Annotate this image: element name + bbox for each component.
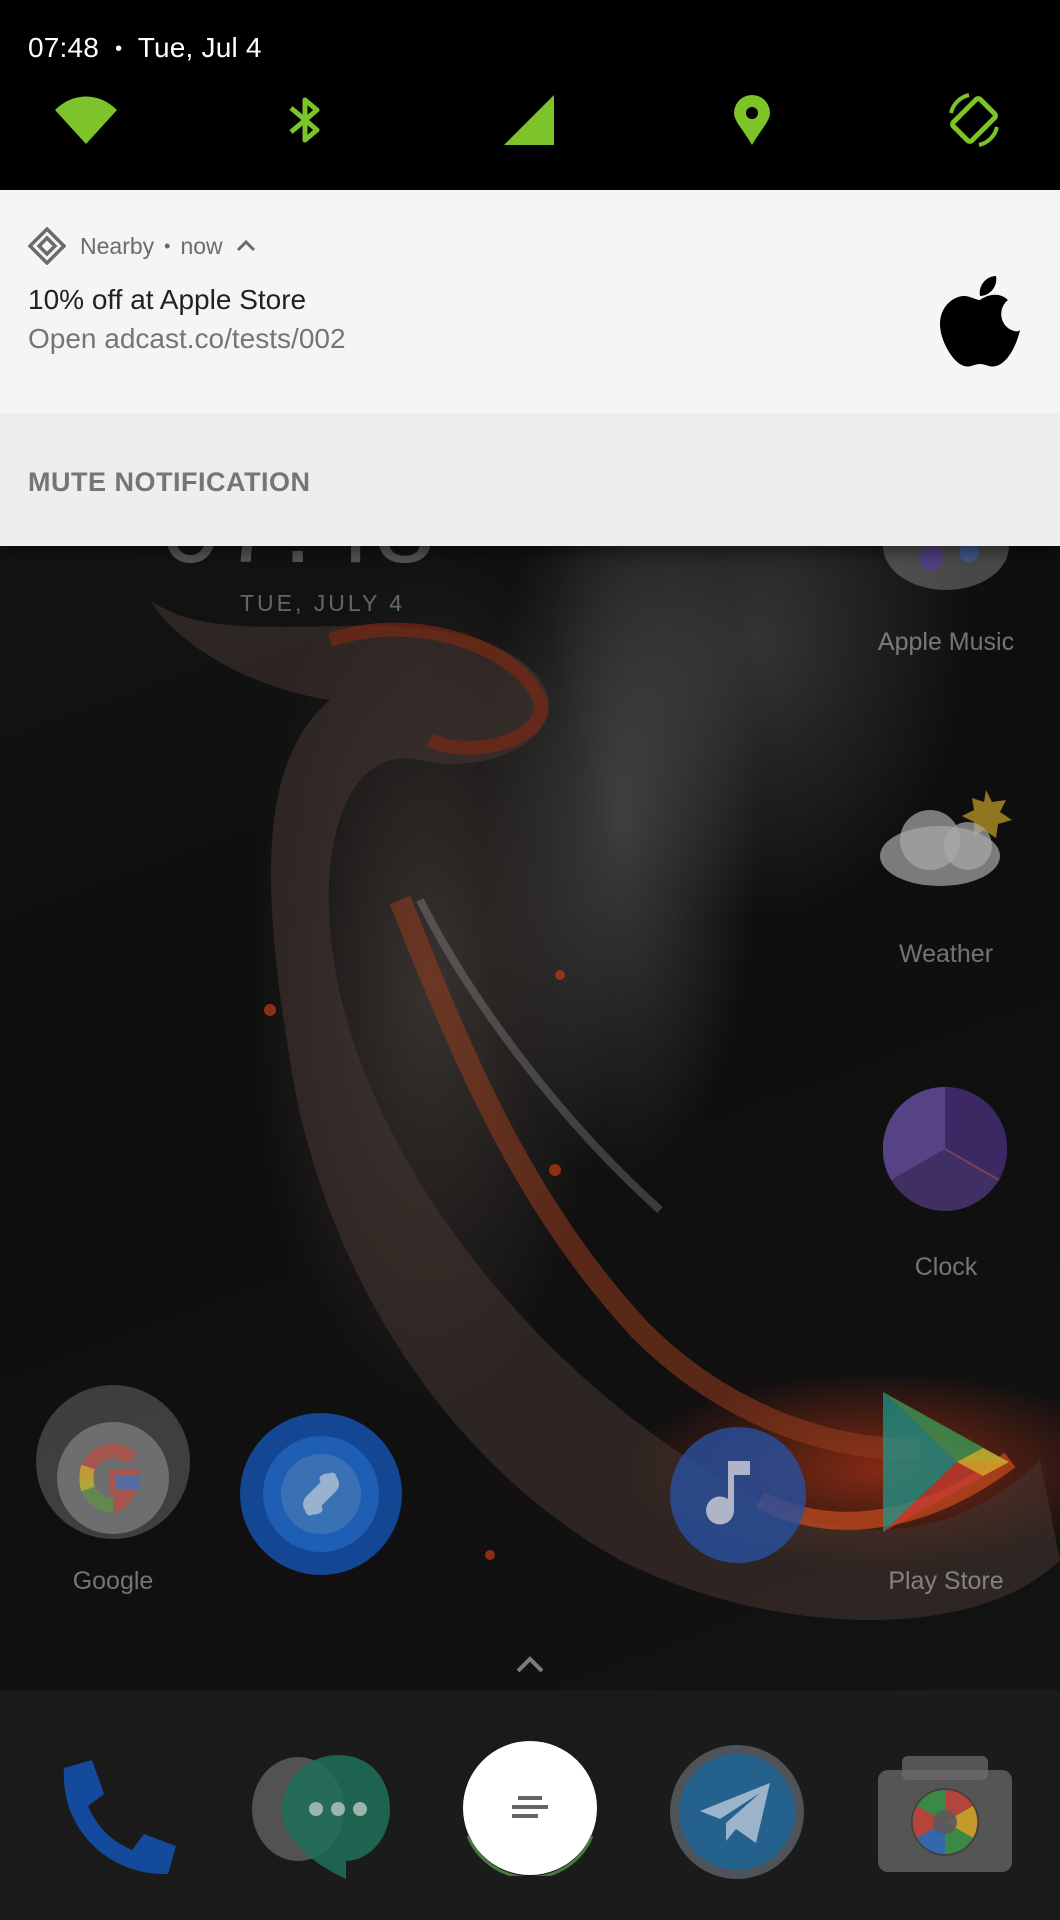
qs-location-tile[interactable] — [720, 88, 784, 152]
google-icon[interactable] — [36, 1385, 190, 1539]
clock-icon[interactable] — [883, 1087, 1007, 1211]
status-separator: • — [115, 38, 123, 61]
mute-notification-button[interactable]: MUTE NOTIFICATION — [28, 467, 310, 498]
docs-icon[interactable] — [462, 1740, 598, 1876]
status-bar: 07:48 • Tue, Jul 4 — [0, 0, 1060, 190]
signal-icon — [504, 95, 554, 145]
notification-app-name: Nearby — [80, 232, 155, 259]
qs-bluetooth-tile[interactable] — [273, 88, 337, 152]
app-label-apple-music[interactable]: Apple Music — [836, 628, 1056, 657]
location-icon — [734, 95, 770, 145]
auto-rotate-icon — [949, 93, 999, 147]
camera-icon[interactable] — [878, 1756, 1012, 1872]
qs-wifi-tile[interactable] — [54, 88, 118, 152]
dock — [0, 1690, 1060, 1920]
notification-card[interactable]: Nearby • now 10% off at Apple Store Open… — [0, 190, 1060, 546]
notification-content[interactable]: Nearby • now 10% off at Apple Store Open… — [0, 190, 1060, 413]
notification-separator: • — [164, 235, 171, 256]
nearby-icon — [28, 227, 66, 265]
app-label-weather[interactable]: Weather — [836, 940, 1056, 969]
telegram-icon[interactable] — [670, 1745, 804, 1879]
notification-body: Open adcast.co/tests/002 — [28, 323, 346, 354]
app-label-play-store[interactable]: Play Store — [836, 1567, 1056, 1596]
app-drawer-chevron-icon[interactable] — [515, 1654, 545, 1674]
bluetooth-icon — [289, 97, 320, 143]
status-date: Tue, Jul 4 — [137, 32, 262, 63]
play-store-icon[interactable] — [883, 1392, 1011, 1532]
status-time: 07:48 — [28, 32, 100, 63]
home-clock-date: TUE, JULY 4 — [240, 590, 406, 616]
phone-icon[interactable] — [58, 1758, 176, 1876]
app-label-google[interactable]: Google — [3, 1567, 223, 1596]
app-label-clock[interactable]: Clock — [836, 1253, 1056, 1282]
apple-music-icon[interactable] — [883, 546, 1009, 590]
qs-signal-tile[interactable] — [497, 88, 561, 152]
qs-auto-rotate-tile[interactable] — [942, 88, 1006, 152]
notification-header: Nearby • now — [28, 227, 257, 265]
notification-actions: MUTE NOTIFICATION — [0, 413, 1060, 546]
apple-logo-icon — [940, 276, 1020, 367]
music-icon[interactable] — [670, 1427, 806, 1563]
status-time-date: 07:48 • Tue, Jul 4 — [28, 32, 262, 64]
weather-icon[interactable] — [878, 790, 1014, 890]
wifi-icon — [55, 96, 117, 144]
hangouts-icon[interactable] — [252, 1755, 390, 1880]
notification-title: 10% off at Apple Store — [28, 284, 307, 315]
notification-time: now — [180, 232, 223, 259]
expand-chevron-icon[interactable] — [235, 239, 257, 253]
shazam-icon[interactable] — [240, 1413, 402, 1575]
